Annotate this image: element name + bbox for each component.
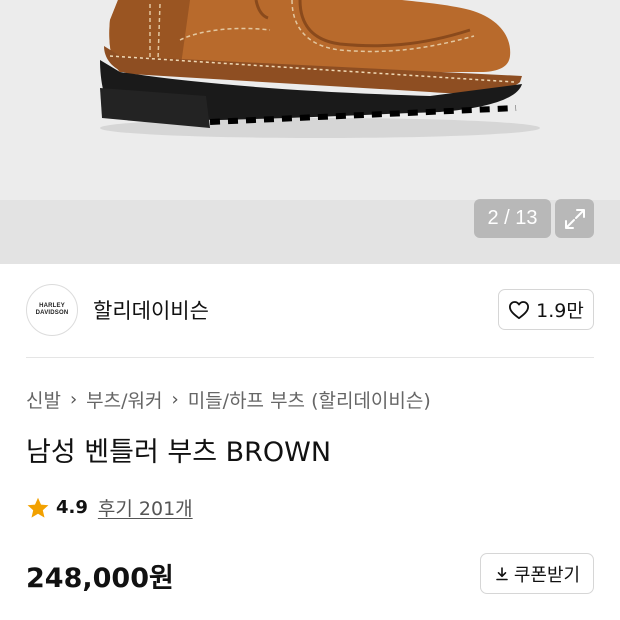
breadcrumb-item-mid-boots[interactable]: 미들/하프 부츠 (할리데이비슨) (188, 386, 431, 413)
breadcrumb-item-shoes[interactable]: 신발 (26, 386, 61, 413)
like-button[interactable]: 1.9만 (498, 289, 594, 330)
chevron-right-icon: › (171, 389, 179, 410)
brand-row: HARLEY DAVIDSON 할리데이비슨 1.9만 (0, 264, 620, 358)
brand-name-link[interactable]: 할리데이비슨 (93, 295, 209, 325)
expand-image-button[interactable] (555, 199, 594, 238)
brand-divider (26, 357, 594, 358)
review-count-link[interactable]: 후기 201개 (98, 494, 193, 521)
like-count: 1.9만 (536, 300, 584, 322)
heart-icon (509, 300, 530, 319)
chevron-right-icon: › (69, 389, 78, 410)
product-title: 남성 벤틀러 부츠 BROWN (26, 437, 332, 468)
download-icon (496, 566, 508, 580)
brand-logo-line-2: DAVIDSON (35, 310, 69, 316)
product-image-gallery[interactable]: 2 / 13 (0, 0, 620, 264)
brand-logo[interactable]: HARLEY DAVIDSON (26, 284, 78, 336)
rating-score: 4.9 (56, 497, 88, 518)
coupon-label: 쿠폰받기 (513, 564, 581, 586)
image-page-counter: 2 / 13 (474, 199, 551, 238)
breadcrumb-item-boots[interactable]: 부츠/워커 (86, 386, 162, 413)
star-icon (27, 497, 49, 518)
product-price: 248,000원 (26, 563, 174, 594)
coupon-download-button[interactable]: 쿠폰받기 (480, 553, 594, 594)
breadcrumb: 신발 › 부츠/워커 › 미들/하프 부츠 (할리데이비슨) (26, 386, 431, 413)
expand-icon (564, 208, 585, 229)
rating-row: 4.9 후기 201개 (26, 494, 193, 521)
brand-logo-line-1: HARLEY (39, 303, 65, 309)
